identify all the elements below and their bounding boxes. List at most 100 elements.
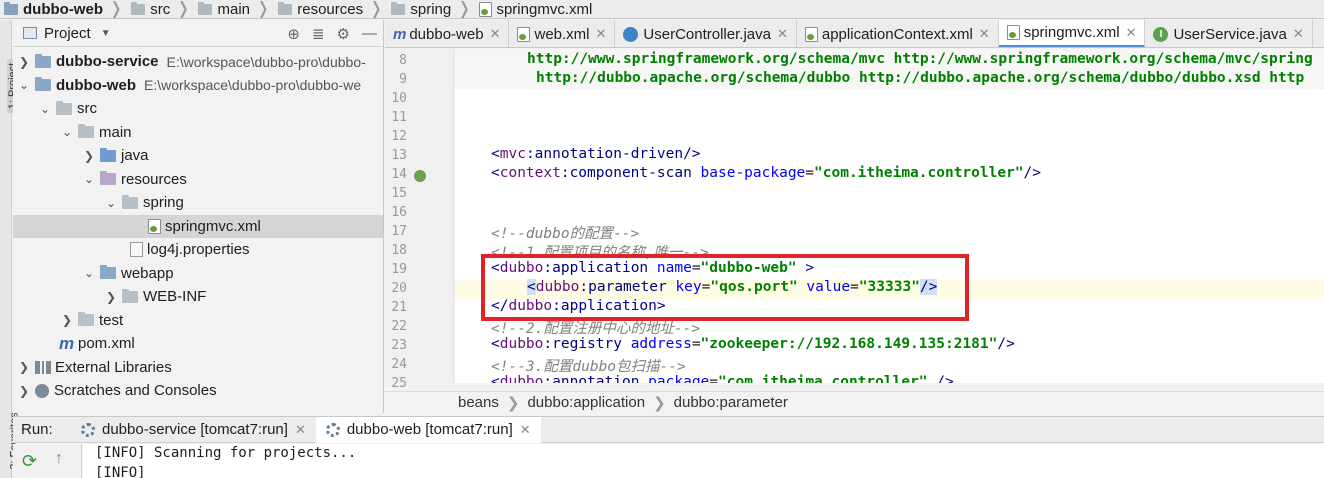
source-folder-icon bbox=[100, 147, 116, 162]
spring-bean-icon[interactable] bbox=[414, 170, 426, 182]
chevron-down-icon[interactable]: ⌄ bbox=[17, 78, 31, 92]
tab-application-context[interactable]: applicationContext.xml ✕ bbox=[797, 20, 999, 47]
chevron-right-icon[interactable]: ❯ bbox=[82, 149, 96, 163]
chevron-right-icon[interactable]: ❯ bbox=[60, 313, 74, 327]
folder-icon bbox=[78, 124, 94, 139]
tree-item-resources[interactable]: ⌄ resources bbox=[13, 168, 383, 192]
folder-icon bbox=[122, 194, 138, 209]
breadcrumb-dubbo-parameter[interactable]: dubbo:parameter bbox=[674, 394, 788, 411]
folder-icon bbox=[278, 1, 293, 15]
run-tab-dubbo-web[interactable]: dubbo-web [tomcat7:run] ✕ bbox=[315, 416, 541, 443]
chevron-right-icon[interactable]: ❯ bbox=[17, 384, 31, 398]
line-number: 12 bbox=[391, 129, 407, 144]
chevron-down-icon[interactable]: ⌄ bbox=[60, 125, 74, 139]
chevron-right-icon: ❯ bbox=[506, 394, 520, 412]
close-icon[interactable]: ✕ bbox=[596, 26, 607, 42]
console-line: [INFO] Scanning for projects... bbox=[95, 445, 357, 461]
line-number: 22 bbox=[391, 319, 407, 334]
tree-item-test[interactable]: ❯ test bbox=[13, 309, 383, 333]
tree-item-main[interactable]: ⌄ main bbox=[13, 121, 383, 145]
crumb-resources[interactable]: resources bbox=[274, 1, 363, 18]
close-icon[interactable]: ✕ bbox=[1126, 25, 1137, 41]
tree-item-dubbo-web[interactable]: ⌄ dubbo-web E:\workspace\dubbo-pro\dubbo-… bbox=[13, 74, 383, 98]
run-tool-window-header: Run: dubbo-service [tomcat7:run] ✕ dubbo-… bbox=[13, 416, 1324, 443]
tree-item-springmvc-xml[interactable]: springmvc.xml bbox=[13, 214, 383, 238]
folder-icon bbox=[391, 1, 406, 15]
resources-folder-icon bbox=[100, 171, 116, 186]
project-view-icon bbox=[23, 27, 37, 39]
close-icon[interactable]: ✕ bbox=[490, 26, 501, 42]
tree-item-log4j[interactable]: log4j.properties bbox=[13, 238, 383, 262]
chevron-right-icon[interactable]: ❯ bbox=[17, 55, 31, 69]
tree-item-spring[interactable]: ⌄ spring bbox=[13, 191, 383, 215]
tree-item-src[interactable]: ⌄ src bbox=[13, 97, 383, 121]
line-number: 16 bbox=[391, 205, 407, 220]
chevron-right-icon[interactable]: ❯ bbox=[17, 360, 31, 374]
arrow-up-icon[interactable]: ↑ bbox=[55, 450, 63, 468]
interface-icon: I bbox=[1153, 26, 1169, 42]
line-number: 23 bbox=[391, 338, 407, 353]
breadcrumb-dubbo-application[interactable]: dubbo:application bbox=[527, 394, 645, 411]
line-number: 14 bbox=[391, 167, 407, 182]
module-folder-icon bbox=[4, 1, 18, 15]
class-icon bbox=[623, 26, 639, 42]
crumb-src[interactable]: src bbox=[127, 1, 170, 18]
line-number: 11 bbox=[391, 110, 407, 125]
chevron-down-icon[interactable]: ⌄ bbox=[38, 102, 52, 116]
chevron-right-icon: ❭ bbox=[369, 0, 384, 18]
chevron-right-icon: ❭ bbox=[108, 0, 124, 18]
tree-item-scratches[interactable]: ❯ Scratches and Consoles bbox=[13, 379, 383, 403]
close-icon[interactable]: ✕ bbox=[777, 26, 788, 42]
chevron-right-icon: ❭ bbox=[256, 0, 271, 18]
close-icon[interactable]: ✕ bbox=[520, 422, 531, 438]
project-panel-header: Project ▼ ⊕ ≣ ⚙ — bbox=[13, 20, 383, 47]
tree-item-web-inf[interactable]: ❯ WEB-INF bbox=[13, 285, 383, 309]
tab-dubbo-web[interactable]: m dubbo-web ✕ bbox=[385, 20, 510, 47]
crumb-spring[interactable]: spring bbox=[387, 1, 451, 18]
gear-icon[interactable]: ⚙ bbox=[337, 25, 350, 43]
hide-icon[interactable]: — bbox=[362, 25, 377, 43]
code-editor[interactable]: http://www.springframework.org/schema/mv… bbox=[455, 49, 1324, 383]
breadcrumb-beans[interactable]: beans bbox=[458, 394, 499, 411]
project-toolbar: ⊕ ≣ ⚙ — bbox=[287, 25, 377, 43]
code-line-17: <!--dubbo的配置--> bbox=[491, 226, 640, 242]
code-line-24: <!--3.配置dubbo包扫描--> bbox=[491, 359, 686, 375]
project-view-selector[interactable]: Project bbox=[44, 25, 91, 42]
tree-item-java[interactable]: ❯ java bbox=[13, 144, 383, 168]
chevron-down-icon[interactable]: ⌄ bbox=[82, 266, 96, 280]
code-line-25: <dubbo:annotation package="com.itheima.c… bbox=[491, 374, 954, 383]
crumb-project[interactable]: dubbo-web bbox=[0, 1, 103, 18]
line-number-gutter[interactable]: 8 9 10 11 12 13 14 15 16 17 18 19 20 21 … bbox=[385, 49, 454, 391]
crumb-file[interactable]: springmvc.xml bbox=[475, 1, 592, 18]
run-toolbar: ⟳ ↑ bbox=[13, 444, 82, 478]
console-line: [INFO] bbox=[95, 465, 146, 478]
folder-icon bbox=[198, 1, 213, 15]
collapse-icon[interactable]: ≣ bbox=[312, 25, 325, 43]
tree-item-dubbo-service[interactable]: ❯ dubbo-service E:\workspace\dubbo-pro\du… bbox=[13, 50, 383, 74]
close-icon[interactable]: ✕ bbox=[295, 422, 306, 438]
crumb-main[interactable]: main bbox=[194, 1, 250, 18]
chevron-down-icon[interactable]: ⌄ bbox=[82, 172, 96, 186]
tree-item-external-libraries[interactable]: ❯ External Libraries bbox=[13, 356, 383, 380]
chevron-right-icon: ❭ bbox=[457, 0, 472, 18]
tree-item-pom[interactable]: m pom.xml bbox=[13, 332, 383, 356]
tree-item-webapp[interactable]: ⌄ webapp bbox=[13, 262, 383, 286]
folder-icon bbox=[78, 312, 94, 327]
close-icon[interactable]: ✕ bbox=[1293, 26, 1304, 42]
chevron-right-icon[interactable]: ❯ bbox=[104, 290, 118, 304]
rerun-icon[interactable]: ⟳ bbox=[22, 451, 37, 472]
tab-web-xml[interactable]: web.xml ✕ bbox=[509, 20, 616, 47]
xml-icon bbox=[1006, 25, 1020, 40]
code-line-9: http://dubbo.apache.org/schema/dubbo htt… bbox=[536, 70, 1305, 86]
run-tab-dubbo-service[interactable]: dubbo-service [tomcat7:run] ✕ bbox=[71, 417, 316, 443]
chevron-down-icon[interactable]: ⌄ bbox=[104, 196, 118, 210]
locate-icon[interactable]: ⊕ bbox=[287, 25, 300, 43]
maven-run-icon bbox=[325, 422, 340, 437]
tab-user-controller[interactable]: UserController.java ✕ bbox=[615, 20, 797, 47]
tab-user-service[interactable]: I UserService.java ✕ bbox=[1145, 20, 1313, 47]
tab-springmvc-xml[interactable]: springmvc.xml ✕ bbox=[998, 20, 1146, 47]
folder-icon bbox=[122, 288, 138, 303]
chevron-down-icon[interactable]: ▼ bbox=[101, 28, 111, 39]
close-icon[interactable]: ✕ bbox=[979, 26, 990, 42]
console-output[interactable]: [INFO] Scanning for projects... [INFO] bbox=[83, 444, 1324, 478]
